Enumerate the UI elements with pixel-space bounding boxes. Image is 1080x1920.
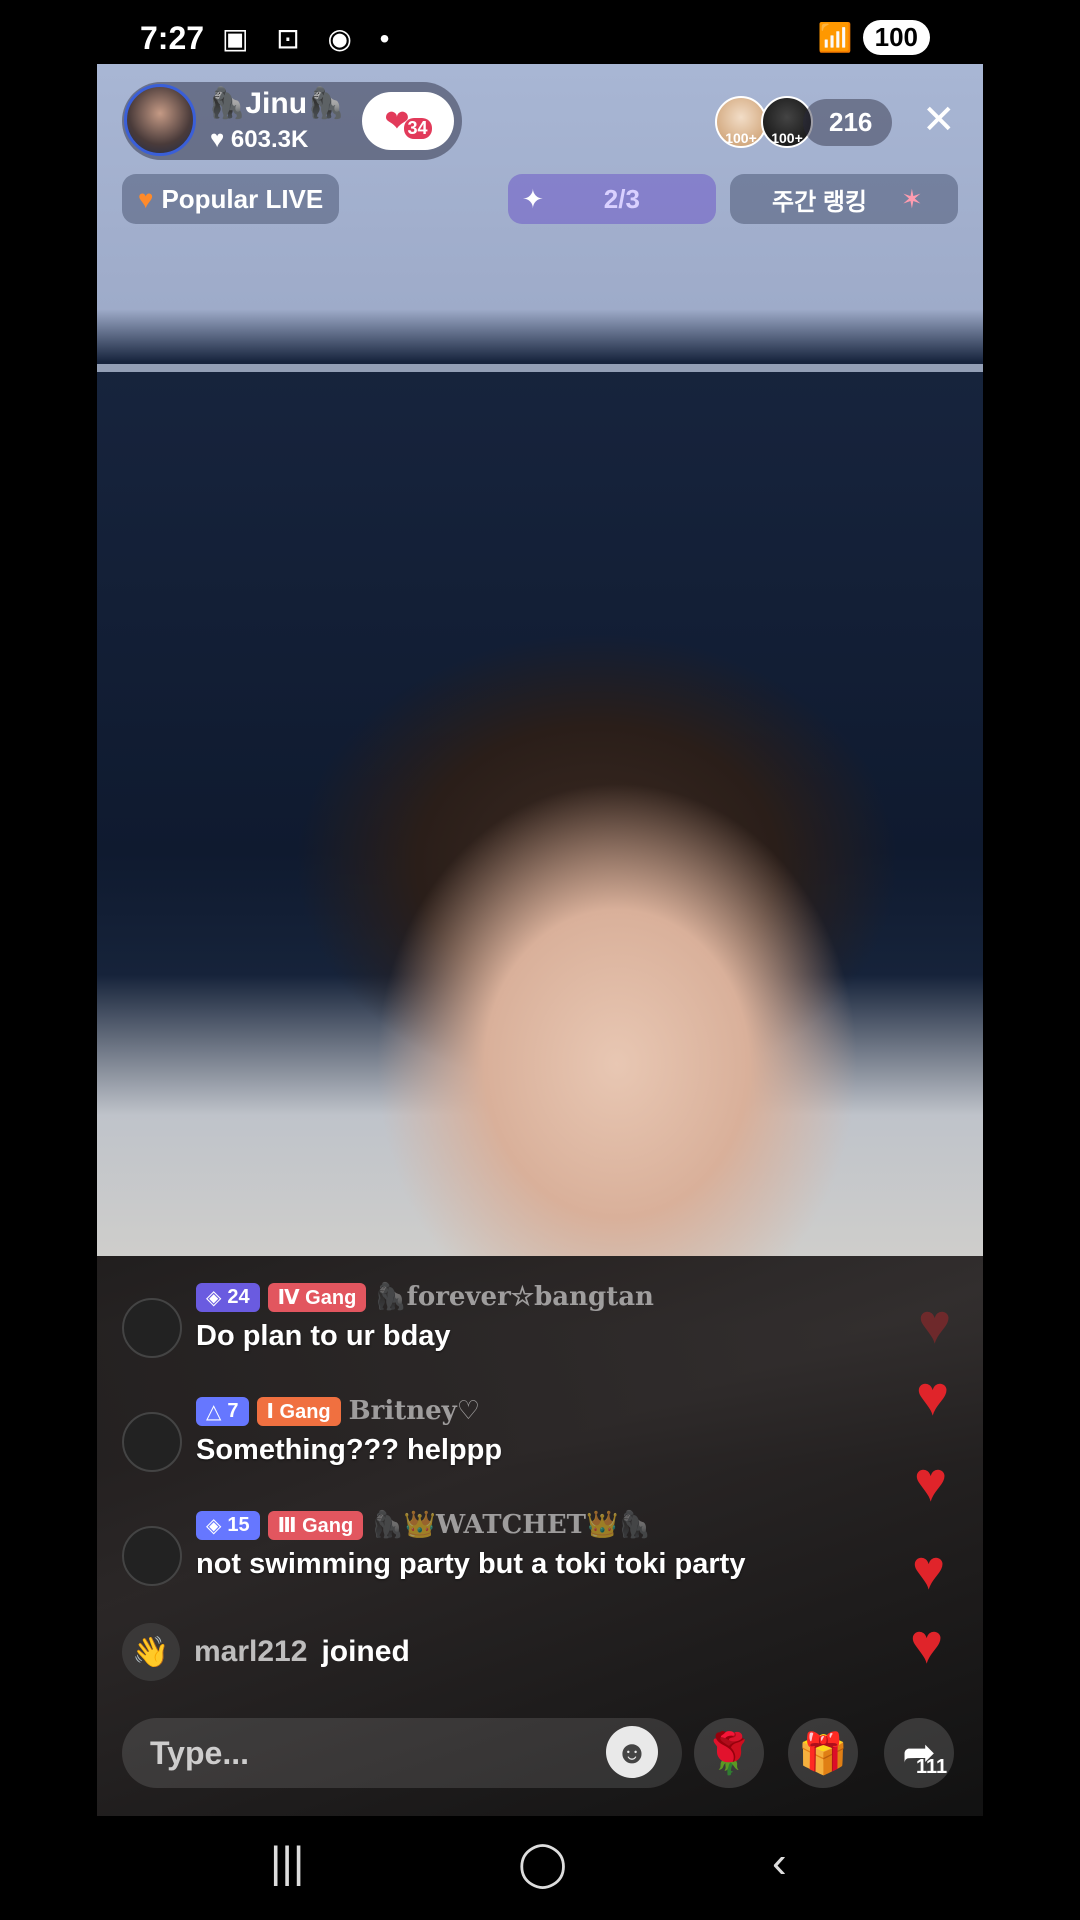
- chat-avatar[interactable]: [122, 1412, 182, 1472]
- chat-avatar[interactable]: [122, 1526, 182, 1586]
- chat-avatar[interactable]: [122, 1298, 182, 1358]
- recent-apps-button[interactable]: |||: [270, 1838, 304, 1888]
- emoji-icon: ☻: [615, 1733, 649, 1770]
- gift-button[interactable]: 🎁: [788, 1718, 858, 1788]
- weekly-ranking-label: 주간 랭킹: [772, 188, 867, 216]
- heart-icon: ♥: [916, 1364, 950, 1427]
- heart-icon: ♥: [912, 1538, 946, 1601]
- status-right: 📶 100: [818, 20, 930, 55]
- mission-icon: ✦: [522, 183, 544, 214]
- streamer-avatar[interactable]: [124, 84, 196, 156]
- viewer-count[interactable]: 216: [803, 98, 893, 146]
- joined-action: joined: [321, 1635, 410, 1668]
- chat-input[interactable]: [148, 1733, 572, 1773]
- wave-hand-icon[interactable]: 👋: [122, 1623, 180, 1681]
- gang-badge: Ⅳ Gang: [267, 1282, 367, 1312]
- chat-username[interactable]: 🦍👑WATCHET👑🦍: [371, 1510, 651, 1540]
- level-badge: △ 7: [196, 1396, 249, 1426]
- chat-text: Do plan to ur bday: [196, 1320, 451, 1352]
- gang-badge: Ⅰ Gang: [256, 1396, 341, 1426]
- navigation-bar: ||| ◯ ‹: [0, 1820, 1080, 1920]
- heart-icon: ♥: [138, 183, 154, 214]
- close-icon: ✕: [922, 98, 956, 142]
- fan-badge-count: 34: [403, 117, 432, 139]
- chat-username[interactable]: 🦍forever☆bangtan: [374, 1282, 654, 1312]
- signal-icon: 📶: [817, 22, 853, 53]
- streamer-likes: ♥ 603.3K: [210, 126, 309, 153]
- chat-text: not swimming party but a toki toki party: [196, 1548, 746, 1580]
- gift-icon: 🎁: [798, 1731, 848, 1776]
- level-badge: ◈ 15: [196, 1510, 260, 1540]
- ranking-icon: ✶: [901, 183, 923, 214]
- mission-progress: 2/3: [603, 183, 640, 214]
- rose-gift-button[interactable]: 🌹: [694, 1718, 764, 1788]
- video-background-detail: [97, 364, 983, 372]
- battery-indicator: 100: [862, 20, 930, 55]
- chat-text: Something??? helppp: [196, 1434, 503, 1466]
- chat-header: ◈ 15 Ⅲ Gang 🦍👑WATCHET👑🦍: [196, 1510, 651, 1540]
- chat-username[interactable]: Britney♡: [349, 1396, 480, 1426]
- chat-input-bar[interactable]: [122, 1718, 682, 1788]
- heart-icon: ♥: [918, 1292, 952, 1355]
- rose-icon: 🌹: [704, 1731, 754, 1776]
- level-badge: ◈ 24: [196, 1282, 260, 1312]
- home-button[interactable]: ◯: [518, 1838, 567, 1889]
- join-notice: 👋 marl212 joined: [122, 1623, 410, 1681]
- emoji-button[interactable]: ☻: [606, 1726, 658, 1778]
- back-button[interactable]: ‹: [772, 1838, 787, 1888]
- chat-header: ◈ 24 Ⅳ Gang 🦍forever☆bangtan: [196, 1282, 654, 1312]
- close-button[interactable]: ✕: [922, 100, 956, 140]
- gang-badge: Ⅲ Gang: [267, 1510, 364, 1540]
- popular-live-button[interactable]: ♥ Popular LIVE: [122, 174, 340, 224]
- heart-icon: ♥: [914, 1450, 948, 1513]
- heart-icon: ♥: [910, 1612, 944, 1675]
- chat-header: △ 7 Ⅰ Gang Britney♡: [196, 1396, 480, 1426]
- streamer-name[interactable]: 🦍Jinu🦍: [208, 86, 344, 121]
- weekly-ranking-button[interactable]: 주간 랭킹 ✶: [730, 174, 958, 224]
- share-count: 111: [916, 1756, 948, 1778]
- mission-progress-button[interactable]: ✦ 2/3: [508, 174, 716, 224]
- notification-icons: ▣ ⊡ ◉ •: [222, 23, 400, 54]
- joined-username: marl212: [194, 1635, 308, 1668]
- viewer-list[interactable]: 100+ 100+ 216: [715, 94, 893, 150]
- popular-live-label: Popular LIVE: [161, 183, 324, 214]
- fan-club-button[interactable]: ❤ 34: [362, 92, 454, 150]
- viewer-avatar[interactable]: 100+: [715, 96, 767, 148]
- status-time: 7:27: [140, 20, 205, 56]
